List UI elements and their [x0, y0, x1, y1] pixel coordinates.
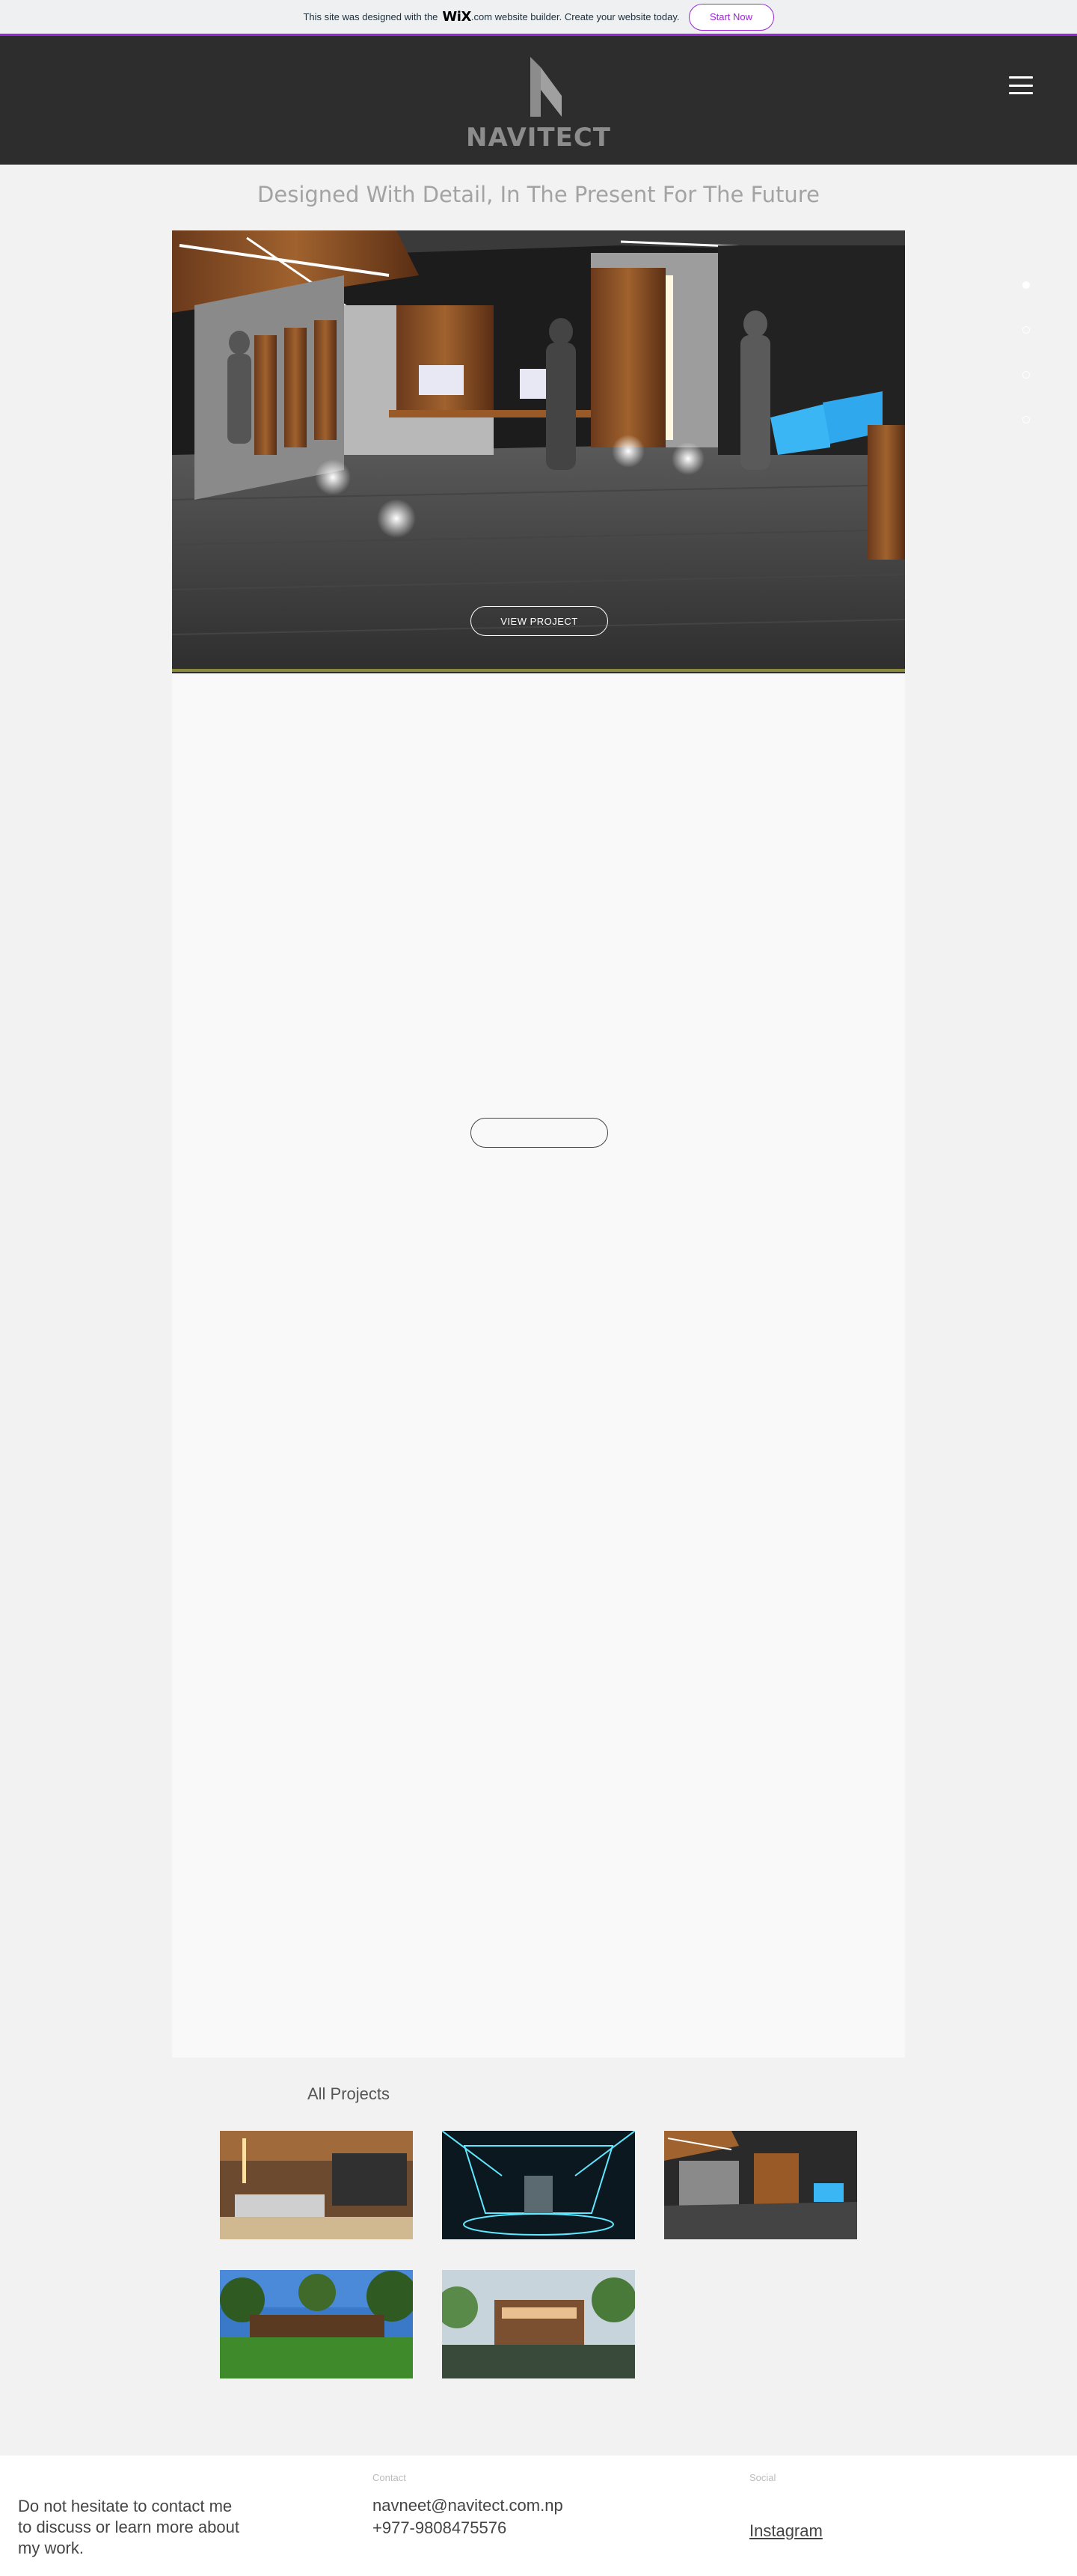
hamburger-menu-icon[interactable] — [1009, 75, 1033, 96]
project-thumb-futuristic-hall[interactable] — [442, 2131, 635, 2239]
site-header: NAVITECT — [0, 36, 1077, 165]
project-slideshow: VIEW PROJECT — [172, 230, 905, 2058]
view-project-button-3[interactable] — [470, 1558, 608, 1588]
slide-dot-4[interactable] — [1022, 416, 1030, 423]
tagline: Designed With Detail, In The Present For… — [257, 182, 820, 207]
start-now-button[interactable]: Start Now — [688, 3, 774, 31]
view-project-button-4[interactable] — [470, 2016, 608, 2046]
banner-text-after: .com website builder. Create your websit… — [470, 11, 680, 22]
footer-message: Do not hesitate to contact me to discuss… — [18, 2497, 239, 2557]
slide-dot-2[interactable] — [1022, 326, 1030, 334]
wix-banner: This site was designed with the WiX .com … — [0, 0, 1077, 36]
social-label: Social — [749, 2472, 776, 2483]
wix-logo: WiX — [442, 9, 471, 25]
contact-phone: +977-9808475576 — [372, 2518, 507, 2537]
navitect-logo-icon[interactable] — [527, 57, 565, 117]
banner-text-before: This site was designed with the — [303, 11, 438, 22]
project-thumb-office[interactable] — [664, 2131, 857, 2239]
project-thumb-resort[interactable] — [442, 2270, 635, 2378]
slide-indicators — [1022, 281, 1033, 461]
all-projects-title: All Projects — [307, 2084, 390, 2103]
contact-email-link[interactable]: navneet@navitect.com.np — [372, 2496, 563, 2515]
slide-dot-3[interactable] — [1022, 371, 1030, 379]
instagram-link[interactable]: Instagram — [749, 2521, 823, 2541]
project-thumb-garden-pavilion[interactable] — [220, 2270, 413, 2378]
logo-text[interactable]: NAVITECT — [0, 123, 1077, 153]
view-project-button[interactable]: VIEW PROJECT — [470, 606, 608, 636]
project-thumb-bedroom[interactable] — [220, 2131, 413, 2239]
view-project-button-2[interactable] — [470, 1118, 608, 1148]
slide-dot-1[interactable] — [1022, 281, 1030, 289]
site-footer: Do not hesitate to contact me to discuss… — [0, 2456, 1077, 2576]
contact-label: Contact — [372, 2472, 406, 2483]
